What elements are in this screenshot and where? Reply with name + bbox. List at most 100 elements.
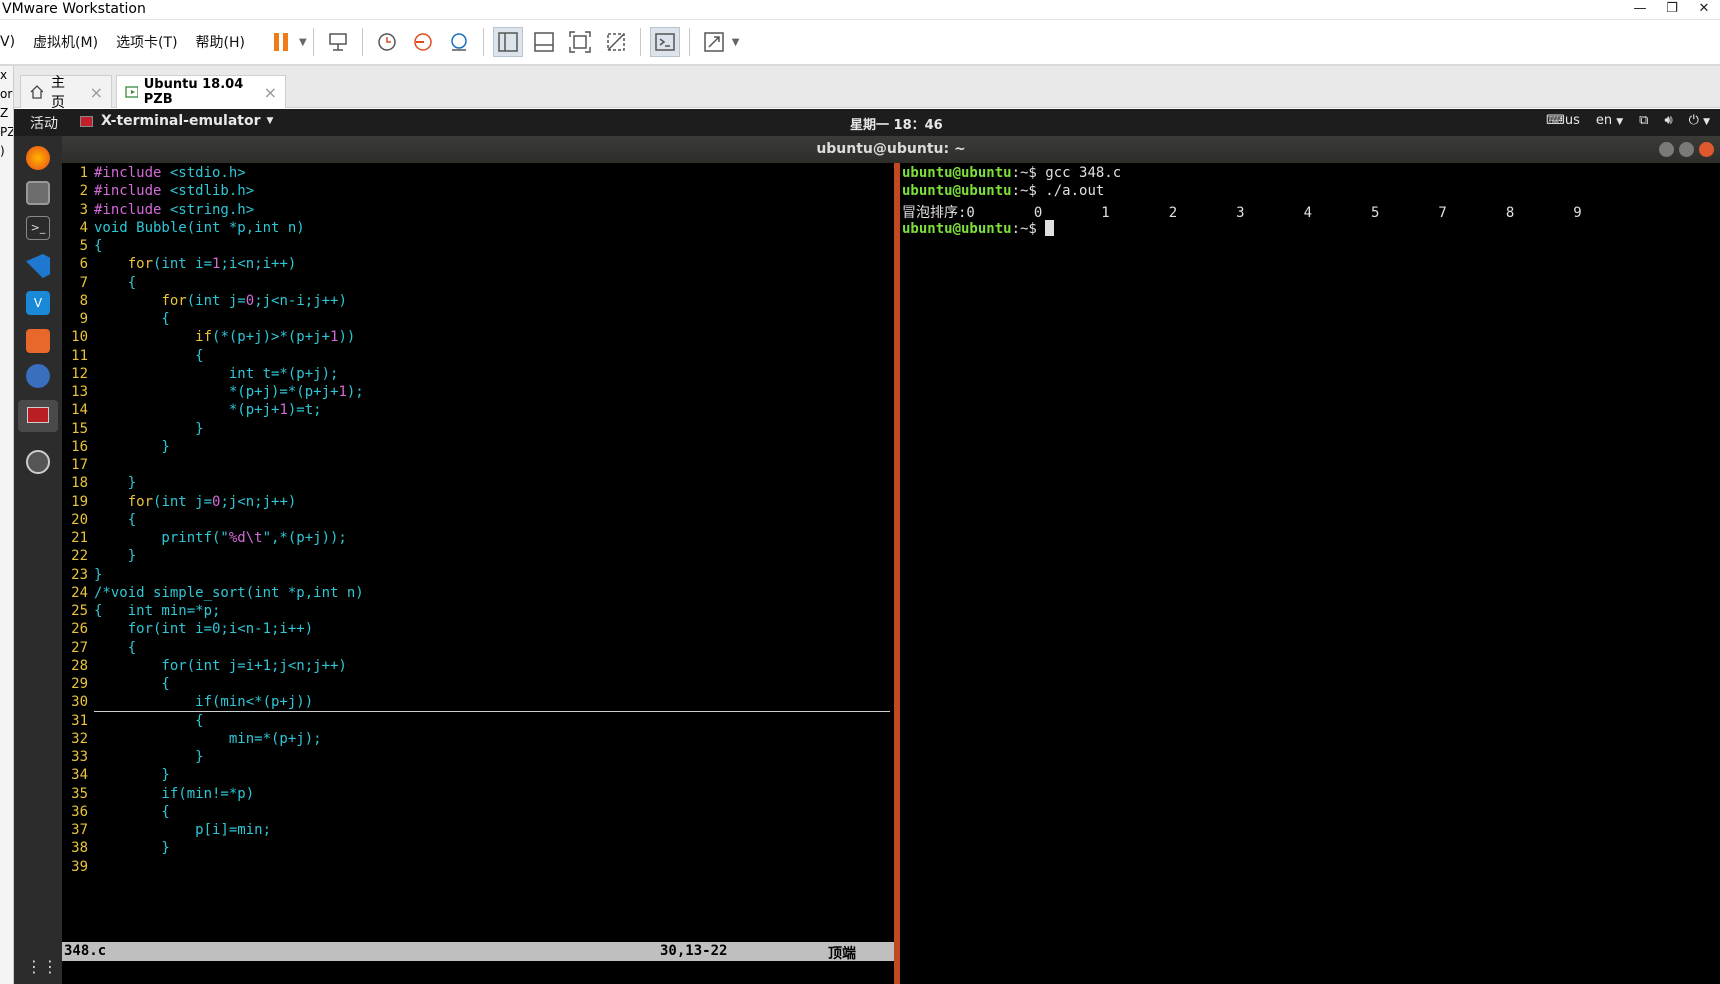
menu-help[interactable]: 帮助(H) — [196, 32, 245, 52]
vim-pane[interactable]: 1 #include <stdio.h> 2 #include <stdlib.h> 3… — [62, 163, 894, 984]
code-token: for — [127, 256, 154, 273]
vmware-icon[interactable]: V — [26, 291, 50, 315]
code-token: )=t; — [287, 402, 322, 419]
close-tab-icon[interactable]: × — [90, 83, 103, 102]
code-line: { int min=*p; — [94, 603, 220, 619]
console-view-icon[interactable] — [649, 27, 680, 57]
fullscreen-icon[interactable] — [565, 27, 595, 57]
line-number: 21 — [71, 530, 88, 546]
line-number: 34 — [71, 767, 88, 784]
code-token: void Bubble(int *p,int n) — [94, 219, 305, 236]
line-number: 25 — [71, 603, 88, 619]
vscode-icon[interactable] — [26, 254, 50, 278]
code-token: ;j<n-i;j++) — [254, 292, 347, 309]
code-line: #include <stdio.h> — [94, 165, 246, 181]
code-token: min=*(p+j); — [94, 730, 322, 747]
code-line: { — [94, 238, 102, 254]
menu-view[interactable]: V) — [0, 34, 15, 50]
shell-pane[interactable]: ubuntu@ubuntu:~$ gcc 348.c ubuntu@ubuntu:… — [900, 163, 1720, 984]
restore-icon[interactable]: ❐ — [1656, 0, 1688, 20]
shell-path: :~$ — [1011, 165, 1046, 181]
code-token: } — [94, 749, 204, 765]
code-line: } — [94, 439, 169, 455]
apps-grid-icon[interactable]: ⋮⋮ — [26, 956, 58, 980]
code-token: ",*(p+j)); — [262, 530, 347, 546]
network-icon[interactable]: ⧉ — [1639, 113, 1648, 128]
files-icon[interactable] — [26, 181, 50, 205]
terminal-emulator-active[interactable] — [18, 400, 58, 432]
code-token: { — [94, 639, 137, 656]
vim-statusline: 348.c 30,13-22 顶端 — [62, 942, 894, 962]
line-number: 38 — [71, 840, 88, 857]
unity-icon[interactable] — [601, 27, 631, 57]
code-token: int t=*(p+j); — [94, 365, 339, 382]
code-line: if(min<*(p+j)) — [94, 694, 313, 710]
code-line: printf("%d\t",*(p+j)); — [94, 530, 347, 546]
code-line: if(*(p+j)>*(p+j+1)) — [94, 329, 355, 345]
software-icon[interactable] — [26, 329, 50, 353]
code-token: )) — [338, 329, 356, 346]
tab-ubuntu[interactable]: Ubuntu 18.04 PZB × — [116, 75, 286, 108]
menu-tabs[interactable]: 选项卡(T) — [116, 32, 177, 52]
vm-screen[interactable]: 活动 X-terminal-emulator ▼ 星期一 18：46 ⌨us e… — [14, 109, 1720, 984]
clock[interactable]: 星期一 18：46 — [850, 114, 943, 133]
code-line: { — [94, 348, 203, 364]
code-token: for(int i=0;i<n-1;i++) — [94, 621, 314, 638]
app-menu[interactable]: X-terminal-emulator ▼ — [80, 113, 273, 129]
show-thumbnail-icon[interactable] — [529, 27, 559, 57]
keyboard-icon: ⌨ — [1546, 113, 1565, 128]
terminal-icon[interactable]: >_ — [26, 216, 50, 240]
line-number: 26 — [71, 621, 88, 638]
code-line: for(int j=0;j<n;j++) — [94, 493, 297, 510]
settings-icon[interactable] — [26, 364, 50, 388]
pause-icon[interactable] — [266, 27, 296, 57]
code-token: if(min<*(p+j)) — [94, 694, 314, 711]
line-number: 20 — [71, 511, 88, 528]
code-line: *(p+j+1)=t; — [94, 402, 322, 418]
code-token: <stdlib.h> — [169, 183, 255, 200]
code-token: } — [94, 475, 137, 492]
shell-text: ./a.out — [1045, 183, 1105, 200]
code-line: for(int i=0;i<n-1;i++) — [94, 621, 313, 637]
stretch-dropdown-icon[interactable]: ▼ — [732, 37, 740, 48]
volume-icon[interactable]: 🔊︎ — [1664, 113, 1672, 128]
power-icon[interactable]: ⏻ ▼ — [1689, 113, 1710, 128]
language-indicator[interactable]: en ▼ — [1596, 113, 1623, 128]
activities-button[interactable]: 活动 — [30, 113, 58, 133]
revert-snapshot-icon[interactable] — [408, 27, 438, 57]
line-number: 23 — [71, 566, 88, 583]
line-number: 12 — [71, 365, 88, 382]
send-ctrl-alt-del-icon[interactable] — [323, 27, 353, 57]
line-number: 22 — [71, 548, 88, 565]
close-icon[interactable] — [1699, 142, 1714, 157]
show-library-icon[interactable] — [492, 27, 523, 57]
tab-home[interactable]: 主页 × — [20, 75, 112, 111]
tab-home-label: 主页 — [51, 75, 66, 111]
firefox-icon[interactable] — [26, 146, 50, 170]
vm-icon — [125, 86, 138, 98]
code-token: ;i<n;i++) — [220, 256, 297, 273]
update-icon[interactable] — [26, 450, 50, 474]
code-token: { — [94, 511, 137, 528]
minimize-icon[interactable]: — — [1624, 0, 1656, 20]
menu-vm[interactable]: 虚拟机(M) — [33, 32, 98, 52]
code-line: void Bubble(int *p,int n) — [94, 220, 305, 236]
code-token: } — [94, 767, 170, 784]
snapshot-icon[interactable] — [372, 27, 402, 57]
stretch-icon[interactable] — [699, 27, 729, 57]
minimize-icon[interactable] — [1659, 142, 1674, 157]
keyboard-indicator[interactable]: ⌨us — [1546, 113, 1580, 128]
status-position: 30,13-22 — [660, 943, 728, 959]
snapshot-manager-icon[interactable] — [444, 27, 474, 57]
code-token: for — [127, 493, 154, 510]
code-token: 1 — [279, 402, 288, 419]
code-line: } — [94, 548, 136, 564]
maximize-icon[interactable] — [1679, 142, 1694, 157]
pause-dropdown-icon[interactable]: ▼ — [299, 37, 307, 48]
strip-text: Z — [0, 106, 9, 120]
code-line: } — [94, 567, 102, 583]
close-tab-icon[interactable]: × — [264, 83, 277, 102]
close-icon[interactable]: ✕ — [1688, 0, 1720, 20]
code-line: for(int j=i+1;j<n;j++) — [94, 658, 346, 674]
